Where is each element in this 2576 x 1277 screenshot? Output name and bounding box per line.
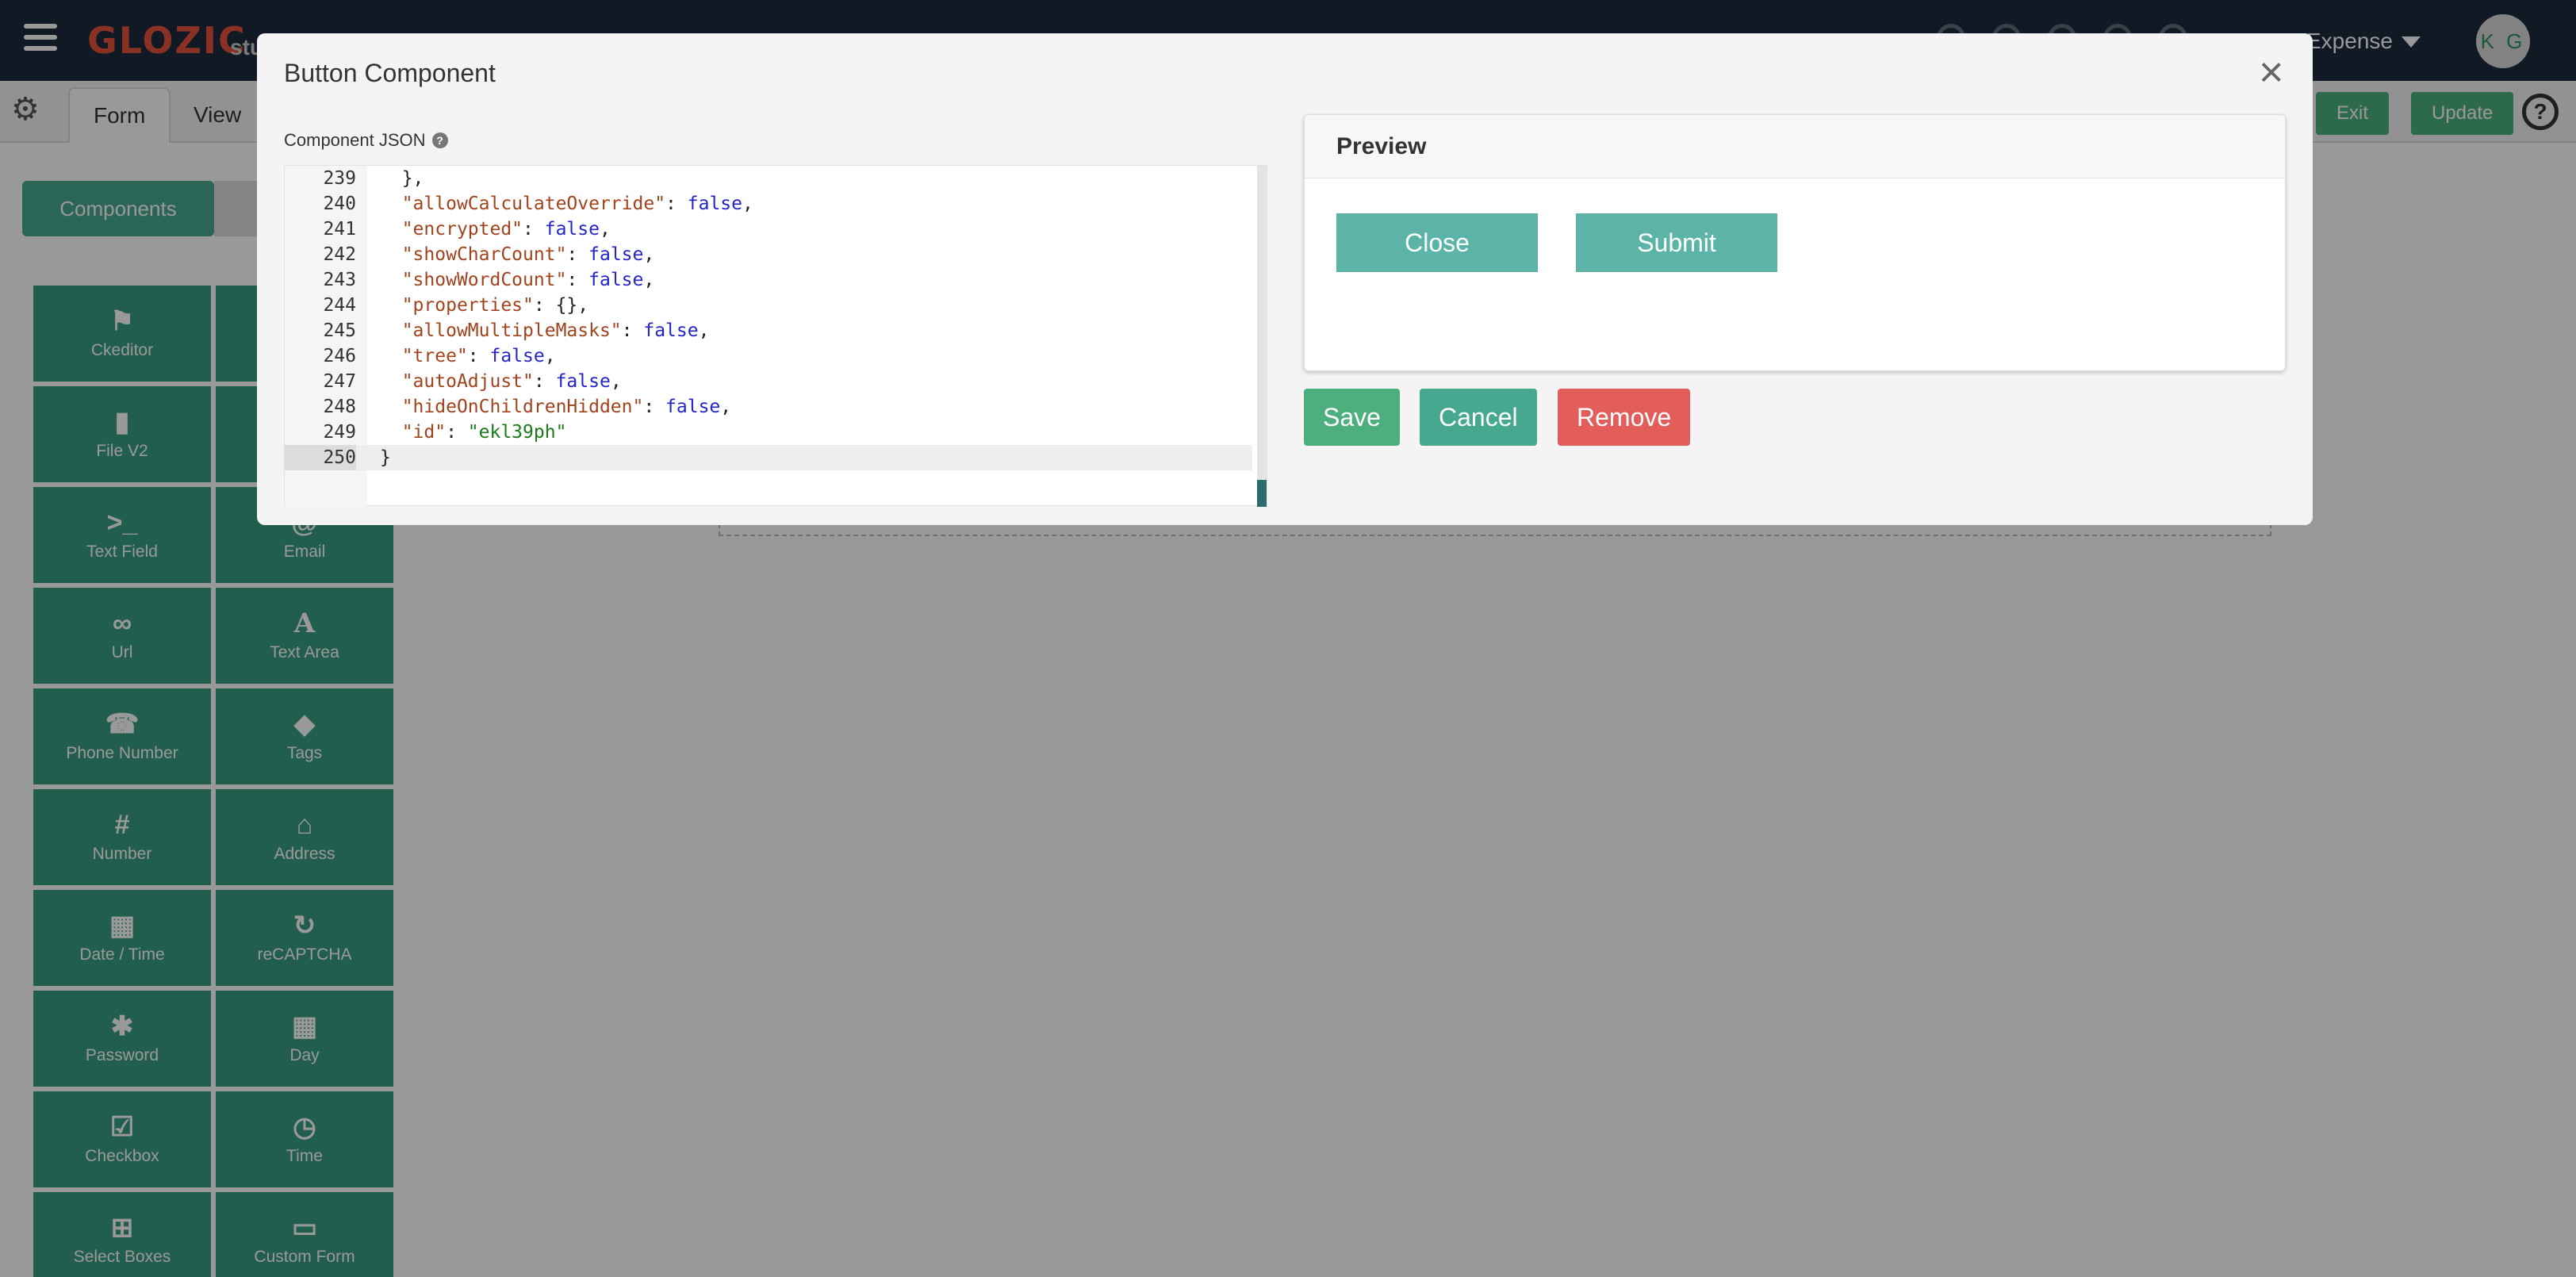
remove-button[interactable]: Remove xyxy=(1558,389,1691,446)
line-number: 246 xyxy=(323,346,356,366)
preview-close-button[interactable]: Close xyxy=(1336,213,1538,272)
modal-title: Button Component xyxy=(284,59,496,87)
json-code-editor[interactable]: 239 }, 240 "allowCalculateOverride": fals… xyxy=(284,165,1267,507)
code-line[interactable]: 248 "hideOnChildrenHidden": false, xyxy=(285,394,1252,420)
code-text: "showCharCount": false, xyxy=(401,244,655,265)
save-button[interactable]: Save xyxy=(1304,389,1400,446)
code-text: "autoAdjust": false, xyxy=(401,371,622,392)
button-component-modal: Button Component × Component JSON ? 239 … xyxy=(257,33,2313,525)
code-text: "allowCalculateOverride": false, xyxy=(401,194,753,214)
close-icon[interactable]: × xyxy=(2259,51,2284,94)
line-number: 244 xyxy=(323,295,356,316)
code-line[interactable]: 244 "properties": {}, xyxy=(285,293,1252,318)
preview-panel: Preview Close Submit xyxy=(1304,114,2286,371)
preview-submit-button[interactable]: Submit xyxy=(1576,213,1777,272)
editor-scrollbar-thumb[interactable] xyxy=(1257,480,1267,507)
cancel-button[interactable]: Cancel xyxy=(1420,389,1537,446)
line-number: 250 xyxy=(285,445,356,470)
code-text: "tree": false, xyxy=(401,346,556,366)
code-line[interactable]: 247 "autoAdjust": false, xyxy=(285,369,1252,394)
code-text: "id": "ekl39ph" xyxy=(401,422,567,443)
component-json-label: Component JSON ? xyxy=(284,130,448,151)
line-number: 243 xyxy=(323,270,356,290)
code-text: "encrypted": false, xyxy=(401,219,611,240)
code-line[interactable]: 239 }, xyxy=(285,166,1252,191)
code-line[interactable]: 250} xyxy=(285,445,1252,470)
line-number: 249 xyxy=(323,422,356,443)
code-line[interactable]: 240 "allowCalculateOverride": false, xyxy=(285,191,1252,217)
line-number: 242 xyxy=(323,244,356,265)
question-icon[interactable]: ? xyxy=(431,132,448,148)
code-text: "properties": {}, xyxy=(401,295,589,316)
code-line[interactable]: 246 "tree": false, xyxy=(285,343,1252,369)
line-number: 247 xyxy=(323,371,356,392)
line-number: 239 xyxy=(323,168,356,189)
line-number: 241 xyxy=(323,219,356,240)
code-text: "hideOnChildrenHidden": false, xyxy=(401,397,732,417)
code-line[interactable]: 241 "encrypted": false, xyxy=(285,217,1252,242)
code-line[interactable]: 245 "allowMultipleMasks": false, xyxy=(285,318,1252,343)
code-line[interactable]: 242 "showCharCount": false, xyxy=(285,242,1252,267)
component-json-text: Component JSON xyxy=(284,130,426,150)
code-line[interactable]: 243 "showWordCount": false, xyxy=(285,267,1252,293)
code-text: } xyxy=(380,447,391,468)
code-text: "allowMultipleMasks": false, xyxy=(401,320,710,341)
code-line[interactable]: 249 "id": "ekl39ph" xyxy=(285,420,1252,445)
line-number: 248 xyxy=(323,397,356,417)
editor-scrollbar[interactable] xyxy=(1257,166,1267,507)
preview-title: Preview xyxy=(1305,115,2285,178)
line-number: 240 xyxy=(323,194,356,214)
line-number: 245 xyxy=(323,320,356,341)
code-text: "showWordCount": false, xyxy=(401,270,655,290)
code-text: }, xyxy=(380,168,424,189)
